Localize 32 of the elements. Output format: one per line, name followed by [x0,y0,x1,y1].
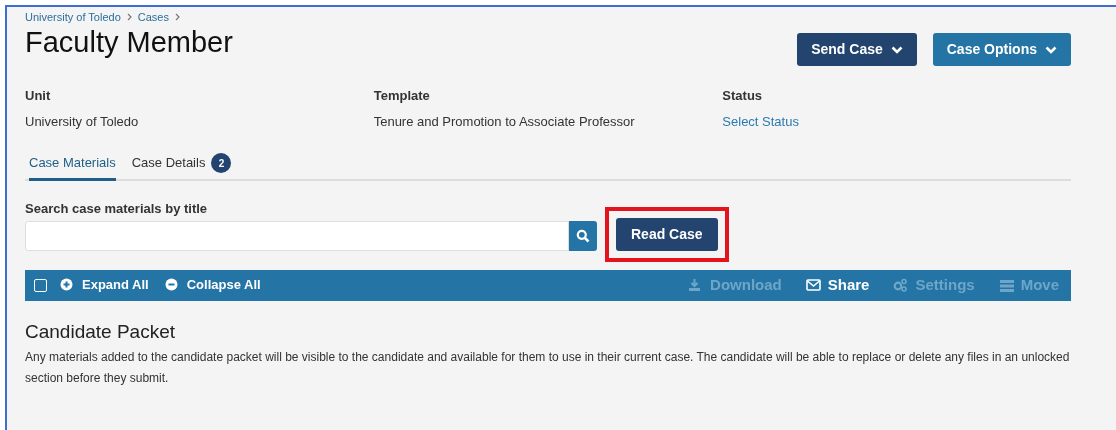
toolbar-button[interactable]: Expand All [60,275,149,295]
tab[interactable]: Case Details 2 [131,149,232,181]
field-value: University of Toledo [25,112,139,131]
count-badge: 2 [211,153,232,173]
chevron-right-icon [175,13,180,21]
field-label: Unit [25,87,52,105]
chevron-down-icon [1045,45,1057,54]
chevron-down-icon [890,45,903,54]
breadcrumb-link[interactable]: University of Toledo [25,8,121,26]
dropdown-button[interactable]: Case Options [932,33,1071,66]
field-value: Tenure and Promotion to Associate Professor [373,112,635,131]
section-description: Any materials added to the candidate packet will be visible to the candidate and available for them to use in their current case. The candidate will be able to replace or delete any files in an unlocked section before they submit. [25,349,1071,388]
status-link[interactable]: Select Status [722,111,799,131]
field-label: Status [722,87,764,105]
search-button[interactable] [569,221,597,251]
checkbox[interactable] [34,278,47,292]
search-field[interactable] [25,221,569,251]
dropdown-button[interactable]: Send Case [797,33,917,66]
read-case-button[interactable]: Read Case [616,217,718,251]
toolbar-button[interactable]: Share [805,273,870,297]
page-title: Faculty Member [25,25,233,60]
section-title: Candidate Packet [25,320,176,344]
gears-icon [893,277,910,293]
chevron-right-icon [126,13,132,21]
field-label: Template [373,87,431,105]
list-icon [998,277,1015,293]
search-icon [576,229,590,243]
tab[interactable]: Case Materials [29,149,116,181]
toolbar-button[interactable]: Collapse All [164,275,261,295]
search-label: Search case materials by title [25,200,209,218]
envelope-icon [805,277,822,293]
breadcrumb-link[interactable]: Cases [137,8,169,26]
